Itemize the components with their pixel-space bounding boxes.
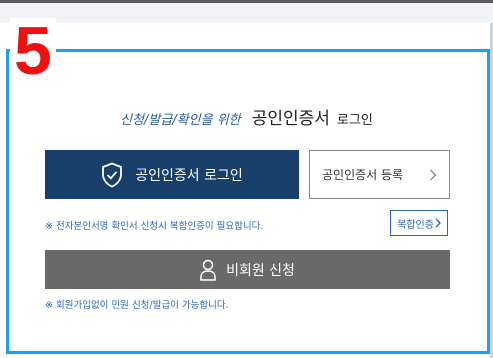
cert-login-label: 공인인증서 로그인 [135,167,243,184]
guest-notice: ※ 회원가입없이 민원 신청/발급이 가능합니다. [45,300,229,311]
cert-register-button[interactable]: 공인인증서 등록 [309,150,450,199]
login-heading: 신청/발급/확인을 위한 공인인증서 로그인 [0,104,493,129]
person-icon [200,259,216,281]
top-band [0,3,493,23]
multi-auth-notice: ※ 전자본인서명 확인서 신청시 복합인증이 필요합니다. [45,221,264,232]
shield-check-icon [101,162,123,188]
guest-apply-label: 비회원 신청 [226,262,295,279]
multi-auth-label: 복합인증 [397,219,434,231]
guest-apply-button[interactable]: 비회원 신청 [45,250,450,289]
step-number: 5 [10,17,56,85]
cert-login-button[interactable]: 공인인증서 로그인 [45,150,299,199]
chevron-right-icon [429,169,437,181]
cert-register-label: 공인인증서 등록 [322,168,404,182]
heading-suffix: 로그인 [337,113,373,128]
multi-auth-button[interactable]: 복합인증 [390,210,448,236]
chevron-right-icon [435,218,441,228]
heading-subtitle: 신청/발급/확인을 위한 [120,113,241,128]
heading-title: 공인인증서 [251,109,330,129]
